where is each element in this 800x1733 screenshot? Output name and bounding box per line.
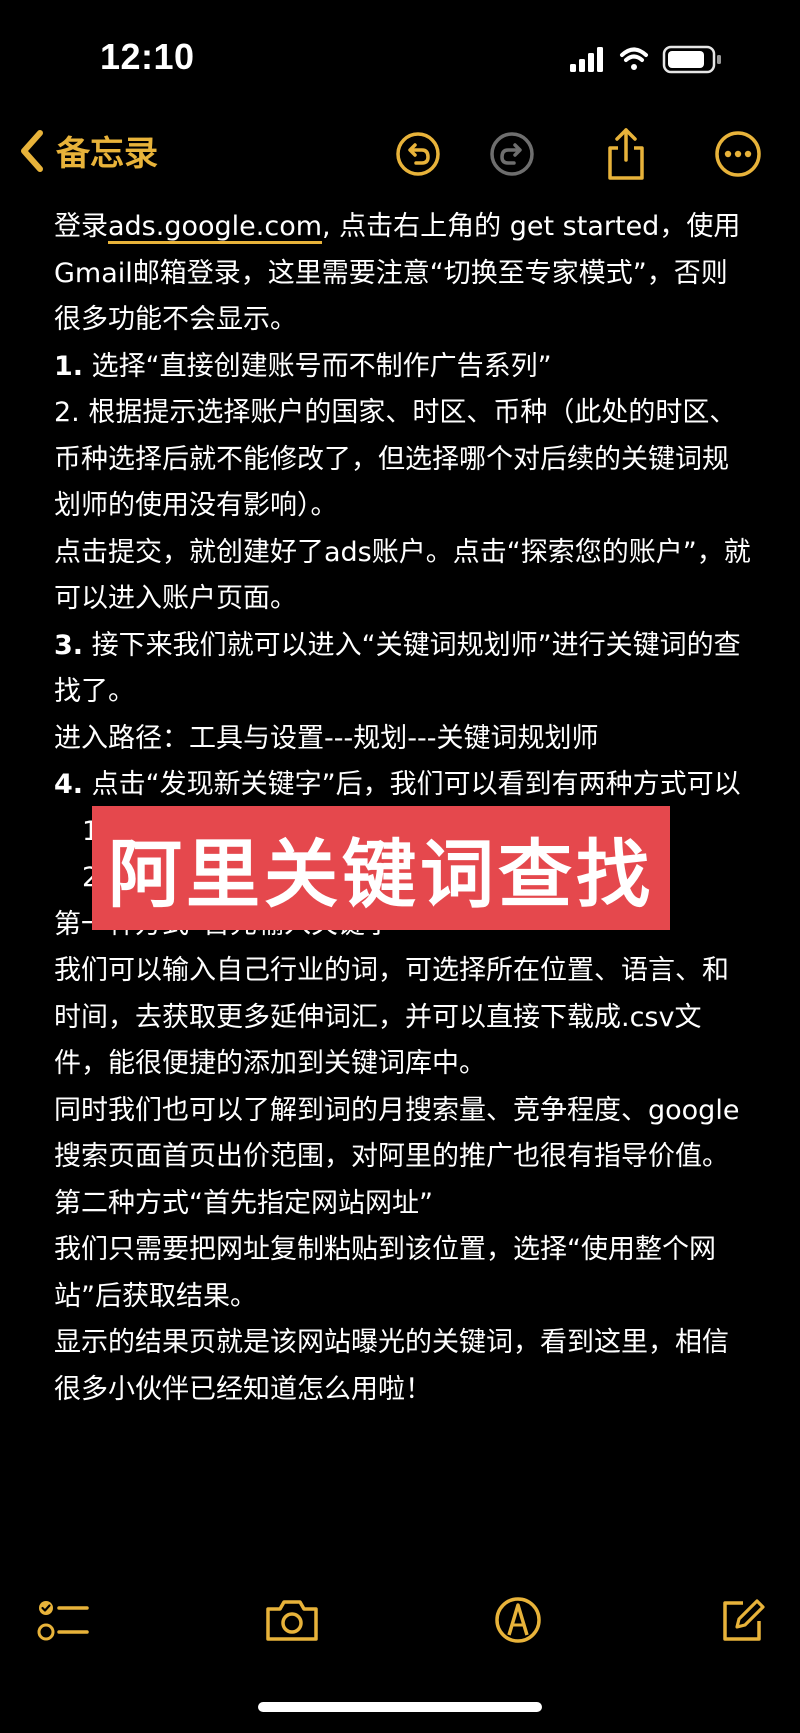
step-text: 根据提示选择账户的国家、时区、币种（此处的时区、币种选择后就不能修改了，但选择哪… (54, 397, 737, 521)
status-icons (570, 44, 730, 74)
more-icon (715, 131, 761, 177)
status-time: 12:10 (100, 36, 195, 77)
note-paragraph: 第二种方式“首先指定网站网址” (54, 1187, 433, 1219)
undo-icon (396, 132, 440, 176)
wifi-icon (620, 47, 648, 70)
share-button[interactable] (598, 126, 654, 182)
status-bar: 12:10 (0, 0, 800, 110)
title-banner: 阿里关键词查找 (92, 806, 670, 930)
chevron-left-icon (21, 129, 43, 172)
cellular-signal-icon (570, 47, 603, 72)
note-paragraph: 登录ads.google.com, 点击右上角的 get started，使用G… (54, 204, 754, 344)
home-indicator[interactable] (258, 1702, 542, 1712)
note-paragraph: 1. 选择“直接创建账号而不制作广告系列” (54, 344, 754, 391)
bottom-toolbar (0, 1590, 800, 1650)
step-number: 1. (54, 350, 84, 382)
camera-button[interactable] (262, 1590, 322, 1650)
note-paragraph: 我们只需要把网址复制粘贴到该位置，选择“使用整个网站”后获取结果。 (54, 1234, 716, 1312)
redo-button[interactable] (484, 126, 540, 182)
back-button[interactable]: 备忘录 (18, 126, 158, 175)
step-text: 点击“发现新关键字”后，我们可以看到有两种方式可以 (83, 769, 741, 800)
redo-icon (490, 132, 534, 176)
markup-pen-icon (495, 1597, 541, 1643)
note-paragraph: 同时我们也可以了解到词的月搜索量、竞争程度、google 搜索页面首页出价范围，… (54, 1094, 740, 1173)
undo-button[interactable] (390, 126, 446, 182)
note-paragraph: 我们可以输入自己行业的词，可选择所在位置、语言、和时间，去获取更多延伸词汇，并可… (54, 955, 729, 1079)
step-number: 2. (54, 397, 80, 428)
checklist-button[interactable] (34, 1590, 94, 1650)
nav-bar: 备忘录 (0, 118, 800, 190)
markup-button[interactable] (488, 1590, 548, 1650)
note-paragraph: 3. 接下来我们就可以进入“关键词规划师”进行关键词的查找了。 (54, 623, 754, 716)
step-number: 3. (54, 629, 84, 661)
note-paragraph: 2. 根据提示选择账户的国家、时区、币种（此处的时区、币种选择后就不能修改了，但… (54, 390, 754, 530)
compose-button[interactable] (712, 1590, 772, 1650)
step-text: 选择“直接创建账号而不制作广告系列” (83, 350, 552, 382)
battery-icon (662, 45, 721, 74)
note-paragraph: 点击提交，就创建好了ads账户。点击“探索您的账户”，就可以进入账户页面。 (54, 536, 751, 615)
note-paragraph: 显示的结果页就是该网站曝光的关键词，看到这里，相信很多小伙伴已经知道怎么用啦！ (54, 1327, 729, 1405)
intro-prefix: 登录 (54, 211, 108, 242)
share-icon (608, 128, 644, 180)
compose-icon (723, 1599, 765, 1641)
back-label: 备忘录 (56, 134, 158, 174)
step-text: 接下来我们就可以进入“关键词规划师”进行关键词的查找了。 (54, 629, 741, 708)
banner-text: 阿里关键词查找 (108, 831, 654, 918)
more-button[interactable] (710, 126, 766, 182)
ads-google-link[interactable]: ads.google.com (108, 211, 322, 242)
note-paragraph: 4. 点击“发现新关键字”后，我们可以看到有两种方式可以 (54, 762, 754, 809)
checklist-icon (37, 1601, 89, 1641)
camera-icon (266, 1600, 318, 1641)
note-paragraph: 进入路径：工具与设置---规划---关键词规划师 (54, 722, 599, 754)
step-number: 4. (54, 769, 84, 800)
